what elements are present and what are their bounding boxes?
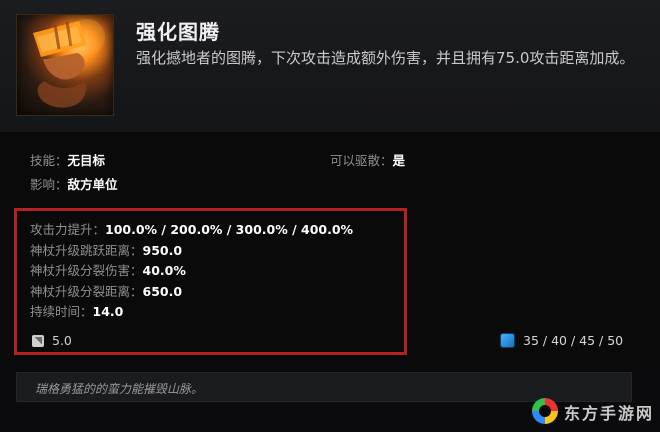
attribute-row: 神杖升级分裂伤害：40.0% — [30, 261, 353, 282]
ability-attributes: 攻击力提升：100.0% / 200.0% / 300.0% / 400.0% … — [30, 220, 353, 323]
watermark-text: 东方手游网 — [564, 404, 655, 423]
skill-label: 技能： — [30, 153, 68, 168]
cooldown-value: 5.0 — [52, 333, 72, 348]
attribute-row: 攻击力提升：100.0% / 200.0% / 300.0% / 400.0% — [30, 220, 353, 241]
mana-icon — [500, 333, 515, 348]
ability-title: 强化图腾 — [136, 20, 220, 44]
lore-text: 瑞格勇猛的的蛮力能摧毁山脉。 — [35, 382, 204, 396]
ability-description: 强化撼地者的图腾，下次攻击造成额外伤害，并且拥有75.0攻击距离加成。 — [136, 49, 635, 67]
watermark: 东方手游网 — [530, 392, 658, 432]
ability-header: 强化图腾 强化撼地者的图腾，下次攻击造成额外伤害，并且拥有75.0攻击距离加成。 — [0, 0, 660, 133]
attribute-value: 100.0% / 200.0% / 300.0% / 400.0% — [105, 222, 354, 237]
attribute-label: 神杖升级分裂距离： — [30, 283, 143, 299]
attribute-value: 650.0 — [142, 283, 183, 299]
attribute-row: 神杖升级跳跃距离：950.0 — [30, 241, 353, 262]
attribute-label: 持续时间： — [30, 304, 93, 319]
attribute-value: 950.0 — [142, 242, 183, 258]
affects-value: 敌方单位 — [67, 177, 118, 192]
skill-value: 无目标 — [67, 153, 106, 168]
attribute-row: 神杖升级分裂距离：650.0 — [30, 282, 353, 303]
attribute-label: 神杖升级跳跃距离： — [30, 242, 143, 258]
watermark-logo-icon — [532, 398, 558, 424]
affects-label: 影响： — [30, 177, 68, 192]
attribute-label: 神杖升级分裂伤害： — [30, 263, 143, 278]
mana-cost: 35 / 40 / 45 / 50 — [500, 333, 623, 348]
dispel-row: 可以驱散：是 — [330, 152, 405, 170]
dispel-value: 是 — [392, 153, 406, 168]
affects-row: 影响：敌方单位 — [30, 176, 118, 194]
attribute-value: 14.0 — [92, 304, 124, 319]
attribute-value: 40.0% — [142, 263, 186, 278]
skill-row: 技能：无目标 — [30, 152, 105, 170]
attribute-row: 持续时间：14.0 — [30, 302, 353, 323]
cooldown: 5.0 — [32, 333, 72, 348]
cooldown-icon — [32, 334, 44, 347]
dispel-label: 可以驱散： — [330, 153, 393, 168]
attribute-label: 攻击力提升： — [30, 222, 106, 237]
empowered-totem-icon — [16, 14, 114, 116]
mana-value: 35 / 40 / 45 / 50 — [523, 333, 624, 348]
